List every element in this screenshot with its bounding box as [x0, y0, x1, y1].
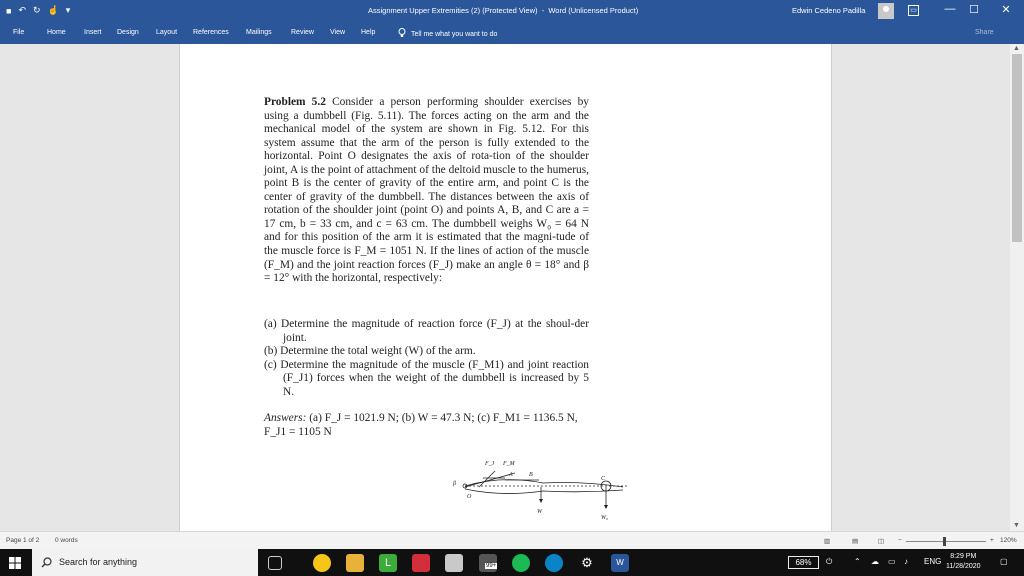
settings-gear-icon[interactable]: ⚙: [578, 554, 596, 572]
taskbar: Search for anything L 99+ ⚙ W 68% ⏻ ⌃ ☁ …: [0, 549, 1024, 576]
edge-icon[interactable]: [545, 554, 563, 572]
minimize-icon[interactable]: —: [940, 3, 960, 15]
power-icon[interactable]: ⏻: [826, 557, 832, 567]
vertical-scrollbar[interactable]: ▲ ▼: [1010, 44, 1024, 531]
zoom-level[interactable]: 120%: [1000, 537, 1017, 544]
maximize-icon[interactable]: ☐: [964, 3, 984, 16]
read-mode-icon[interactable]: ▥: [824, 537, 830, 545]
problem-paragraph: Problem 5.2 Consider a person performing…: [264, 96, 589, 286]
file-explorer-icon[interactable]: [346, 554, 364, 572]
save-icon[interactable]: ■: [6, 6, 11, 16]
document-page: Problem 5.2 Consider a person performing…: [179, 44, 832, 531]
user-name[interactable]: Edwin Cedeno Padilla: [792, 6, 865, 15]
touch-mode-icon[interactable]: ☝: [48, 5, 59, 16]
wo-arrowhead: [604, 505, 608, 509]
lightbulb-icon: [398, 28, 406, 40]
answers-paragraph: Answers: (a) F_J = 1021.9 N; (b) W = 47.…: [264, 412, 594, 439]
problem-text: Consider a person performing shoulder ex…: [264, 96, 589, 285]
customize-qat-icon[interactable]: ▾: [66, 5, 71, 16]
search-icon: [41, 557, 52, 568]
mail-icon[interactable]: 99+: [479, 554, 498, 572]
clock-time: 8:29 PM: [950, 553, 977, 560]
answers-text: (a) F_J = 1021.9 N; (b) W = 47.3 N; (c) …: [264, 412, 578, 438]
tell-me-label: Tell me what you want to do: [411, 30, 498, 38]
language-indicator[interactable]: ENG: [924, 557, 941, 566]
question-b: (b) Determine the total weight (W) of th…: [264, 345, 476, 358]
spotify-icon[interactable]: [512, 554, 530, 572]
fj-label: F_J: [484, 461, 495, 467]
question-list: (a) Determine the magnitude of reaction …: [264, 318, 589, 399]
lync-icon[interactable]: L: [379, 554, 397, 572]
question-c: (c) Determine the magnitude of the muscl…: [264, 358, 589, 398]
onedrive-icon[interactable]: ☁: [871, 557, 879, 566]
ribbon-tabs: File Home Insert Design Layout Reference…: [0, 22, 1024, 44]
share-button[interactable]: Share: [975, 29, 994, 36]
w-label: W: [537, 509, 543, 515]
answers-label: Answers:: [264, 412, 307, 424]
taskbar-search-box[interactable]: Search for anything: [32, 549, 258, 576]
close-icon[interactable]: ✕: [996, 3, 1016, 16]
tab-layout[interactable]: Layout: [156, 29, 177, 36]
document-canvas: Problem 5.2 Consider a person performing…: [0, 44, 1010, 531]
tab-mailings[interactable]: Mailings: [246, 29, 272, 36]
pocket-icon[interactable]: [412, 554, 430, 572]
app-name: Word (Unlicensed Product): [548, 6, 639, 15]
print-layout-icon[interactable]: ▤: [852, 537, 858, 545]
zoom-out-icon[interactable]: −: [898, 537, 902, 544]
system-clock[interactable]: 8:29 PM 11/28/2020: [946, 552, 981, 572]
tell-me-box[interactable]: Tell me what you want to do: [398, 28, 497, 40]
search-placeholder: Search for anything: [59, 557, 138, 567]
tab-help[interactable]: Help: [361, 29, 375, 36]
volume-icon[interactable]: ♪: [904, 557, 908, 566]
point-a-label: A: [508, 472, 513, 478]
web-layout-icon[interactable]: ◫: [878, 537, 884, 545]
tab-home[interactable]: Home: [47, 29, 66, 36]
ribbon-display-options-icon[interactable]: ▭: [908, 5, 919, 16]
fm-label: F_M: [502, 461, 516, 467]
w-arrowhead: [539, 499, 543, 503]
battery-indicator[interactable]: 68%: [788, 556, 819, 569]
scroll-down-icon[interactable]: ▼: [1013, 522, 1020, 529]
point-b-label: B: [529, 472, 533, 478]
question-a: (a) Determine the magnitude of reaction …: [264, 318, 589, 344]
zoom-slider[interactable]: [906, 541, 986, 542]
tab-design[interactable]: Design: [117, 29, 139, 36]
arm-mechanics-figure: F_J F_M β O A B C W W₀: [452, 461, 628, 521]
task-view-icon[interactable]: [268, 556, 282, 570]
window-title: Assignment Upper Extremities (2) (Protec…: [368, 6, 639, 15]
redo-icon[interactable]: ↻: [33, 5, 41, 16]
scrollbar-thumb[interactable]: [1012, 54, 1022, 242]
notifications-icon[interactable]: ▢: [1000, 557, 1008, 566]
scroll-up-icon[interactable]: ▲: [1013, 45, 1020, 52]
undo-icon[interactable]: ↶: [18, 5, 26, 16]
tab-file[interactable]: File: [13, 29, 24, 36]
chrome-icon[interactable]: [313, 554, 331, 572]
word-count[interactable]: 0 words: [55, 537, 78, 544]
avatar[interactable]: [878, 3, 894, 19]
title-bar: ■ ↶ ↻ ☝ ▾ Assignment Upper Extremities (…: [0, 0, 1024, 22]
word-icon[interactable]: W: [611, 554, 629, 572]
status-bar: Page 1 of 2 0 words ▥ ▤ ◫ − + 120%: [0, 531, 1024, 549]
page-count[interactable]: Page 1 of 2: [6, 537, 39, 544]
tab-references[interactable]: References: [193, 29, 229, 36]
mail-badge: 99+: [485, 563, 498, 569]
tab-review[interactable]: Review: [291, 29, 314, 36]
zoom-in-icon[interactable]: +: [990, 537, 994, 544]
wo-label: W₀: [601, 515, 608, 521]
zoom-slider-knob[interactable]: [943, 537, 946, 546]
tab-insert[interactable]: Insert: [84, 29, 102, 36]
quick-access-toolbar: ■ ↶ ↻ ☝ ▾: [6, 5, 70, 16]
arm-lower-outline: [464, 488, 624, 494]
document-title: Assignment Upper Extremities (2) (Protec…: [368, 6, 538, 15]
show-hidden-icons-icon[interactable]: ⌃: [854, 557, 861, 566]
tab-view[interactable]: View: [330, 29, 345, 36]
windows-start-icon[interactable]: [9, 557, 21, 569]
beta-label: β: [452, 481, 456, 487]
clock-date: 11/28/2020: [946, 563, 981, 570]
problem-label: Problem 5.2: [264, 96, 326, 108]
point-o-label: O: [467, 494, 472, 500]
store-icon[interactable]: [445, 554, 463, 572]
network-icon[interactable]: ▭: [888, 557, 896, 566]
